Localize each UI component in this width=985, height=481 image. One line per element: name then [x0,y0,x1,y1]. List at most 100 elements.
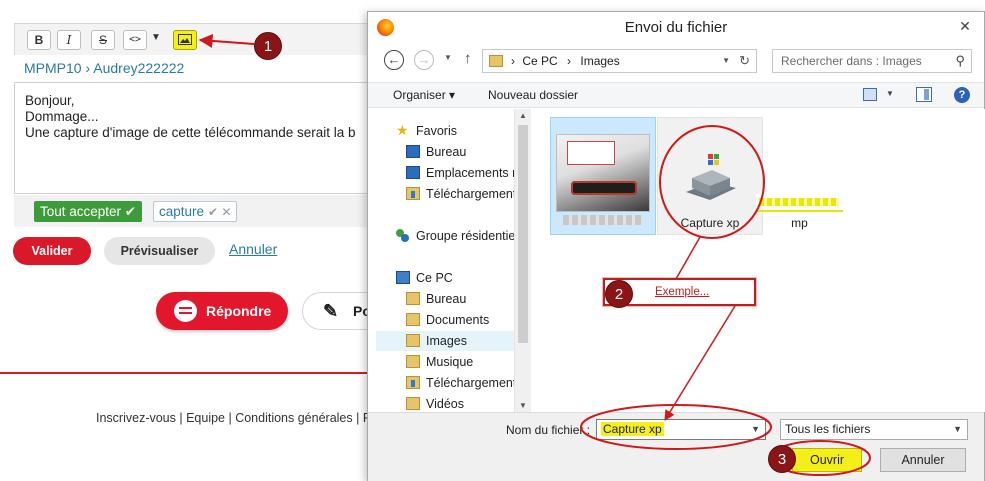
file-list: Capture xp mp [532,109,985,412]
search-input[interactable]: Rechercher dans : Images ⚲ [772,49,972,73]
search-icon[interactable]: ⚲ [955,50,965,72]
folder-icon [489,55,503,67]
file-name[interactable]: mp [756,216,843,230]
bold-button[interactable]: B [27,30,51,50]
address-current[interactable]: Images [580,54,619,68]
search-placeholder: Rechercher dans : Images [781,54,922,68]
scroll-thumb[interactable] [518,125,528,343]
tag-row: Tout accepter ✔ capture ✔ ✕ [14,195,374,227]
nav-label: Emplacements ré [426,166,518,180]
step-badge-1: 1 [254,32,282,60]
nav-label: Ce PC [416,271,453,285]
file-item[interactable] [550,117,656,235]
command-bar: Organiser ▾ Nouveau dossier ▼ ? [368,82,984,108]
divider [0,372,370,374]
nav-scrollbar[interactable]: ▲ ▼ [514,109,531,412]
tag-label: capture [159,204,205,219]
recent-locations-dropdown[interactable]: ▼ [444,53,452,62]
forward-button[interactable]: → [414,50,434,70]
filetype-value: Tous les fichiers [785,422,871,436]
nav-item-this-pc[interactable]: Ce PC [368,268,518,288]
preview-button[interactable]: Prévisualiser [104,237,215,265]
dialog-footer: Nom du fichier : Capture xp ▼ Tous les f… [368,412,984,481]
star-icon: ★ [396,122,409,138]
view-options-icon[interactable] [863,88,877,101]
nav-label: Bureau [426,145,467,159]
nav-item-bureau[interactable]: Bureau [368,142,518,162]
code-button[interactable]: <> [123,30,147,50]
recent-places-icon [406,166,420,179]
filename-input[interactable]: Capture xp ▼ [596,419,766,440]
help-icon[interactable]: ? [954,87,970,103]
view-dropdown[interactable]: ▼ [886,89,894,98]
scroll-up-icon[interactable]: ▲ [519,111,527,120]
step-badge-3: 3 [768,445,796,473]
open-button[interactable]: Ouvrir [792,448,862,472]
valider-button[interactable]: Valider [13,237,91,265]
preview-pane-icon[interactable] [916,87,932,102]
filetype-dropdown[interactable]: ▼ [953,420,962,439]
breadcrumb[interactable]: MPMP10 › Audrey222222 [24,60,184,76]
message-line: Dommage... [25,109,99,124]
downloads-folder-icon [406,376,420,389]
organize-menu[interactable]: Organiser ▾ [393,88,455,102]
nav-label: Téléchargements [426,376,518,390]
nav-label: Téléchargements [426,187,518,201]
nav-label: Favoris [416,124,457,138]
up-button[interactable]: ↑ [464,50,472,67]
filetype-select[interactable]: Tous les fichiers ▼ [780,419,968,440]
close-button[interactable]: ✕ [954,16,976,36]
back-button[interactable]: ← [384,50,404,70]
address-bar[interactable]: › Ce PC › Images ▼ ↻ [482,49,757,73]
file-thumbnail [556,134,650,212]
filename-dropdown[interactable]: ▼ [751,420,760,439]
reply-button[interactable]: Répondre [156,292,288,330]
chat-icon [174,300,197,322]
insert-image-button[interactable] [173,30,197,50]
new-folder-button[interactable]: Nouveau dossier [488,88,578,102]
refresh-icon[interactable]: ↻ [739,50,750,72]
folder-icon [406,334,420,347]
nav-item-musique[interactable]: Musique [368,352,518,372]
filename-label: Nom du fichier : [506,423,591,437]
nav-label: Musique [426,355,474,369]
nav-item-favoris[interactable]: ★ Favoris [368,121,518,141]
accept-all-button[interactable]: Tout accepter ✔ [34,201,143,222]
folder-icon [406,397,420,410]
computer-icon [396,271,410,284]
file-thumbnail [686,154,736,200]
image-icon [178,34,192,45]
nav-item-pc-bureau[interactable]: Bureau [368,289,518,309]
file-thumbnail[interactable] [756,194,843,212]
nav-label: Images [426,334,467,348]
more-dropdown[interactable]: ▼ [151,32,161,43]
nav-item-documents[interactable]: Documents [368,310,518,330]
nav-item-downloads[interactable]: Téléchargements [368,184,518,204]
file-name: Capture xp [680,216,740,230]
address-root[interactable]: Ce PC [522,54,557,68]
nav-item-pc-downloads[interactable]: Téléchargements [368,373,518,393]
address-dropdown[interactable]: ▼ [722,50,730,72]
nav-item-recent[interactable]: Emplacements ré [368,163,518,183]
dialog-titlebar: Envoi du fichier ✕ [368,12,984,42]
blurred-filename [563,215,643,225]
tag-actions-icon[interactable]: ✔ ✕ [208,205,231,219]
nav-item-videos[interactable]: Vidéos [368,394,518,414]
strikethrough-button[interactable]: S [91,30,115,50]
homegroup-icon [396,229,410,242]
cancel-button[interactable]: Annuler [880,448,966,472]
cancel-link[interactable]: Annuler [229,241,277,257]
nav-label: Documents [426,313,490,327]
tag-chip[interactable]: capture ✔ ✕ [153,201,238,222]
nav-item-homegroup[interactable]: Groupe résidentiel [368,226,518,246]
file-item-capture-xp[interactable]: Capture xp [657,117,763,235]
nav-item-images[interactable]: Images [376,331,514,351]
address-separator: › [511,54,515,68]
scroll-down-icon[interactable]: ▼ [519,401,527,410]
italic-button[interactable]: I [57,30,81,50]
folder-icon [406,355,420,368]
message-textarea[interactable]: Bonjour, Dommage... Une capture d'image … [14,82,374,194]
editor-toolbar: B I S <> ▼ [14,23,374,55]
footer-links[interactable]: Inscrivez-vous | Equipe | Conditions gén… [96,411,370,425]
filename-value: Capture xp [601,422,664,436]
